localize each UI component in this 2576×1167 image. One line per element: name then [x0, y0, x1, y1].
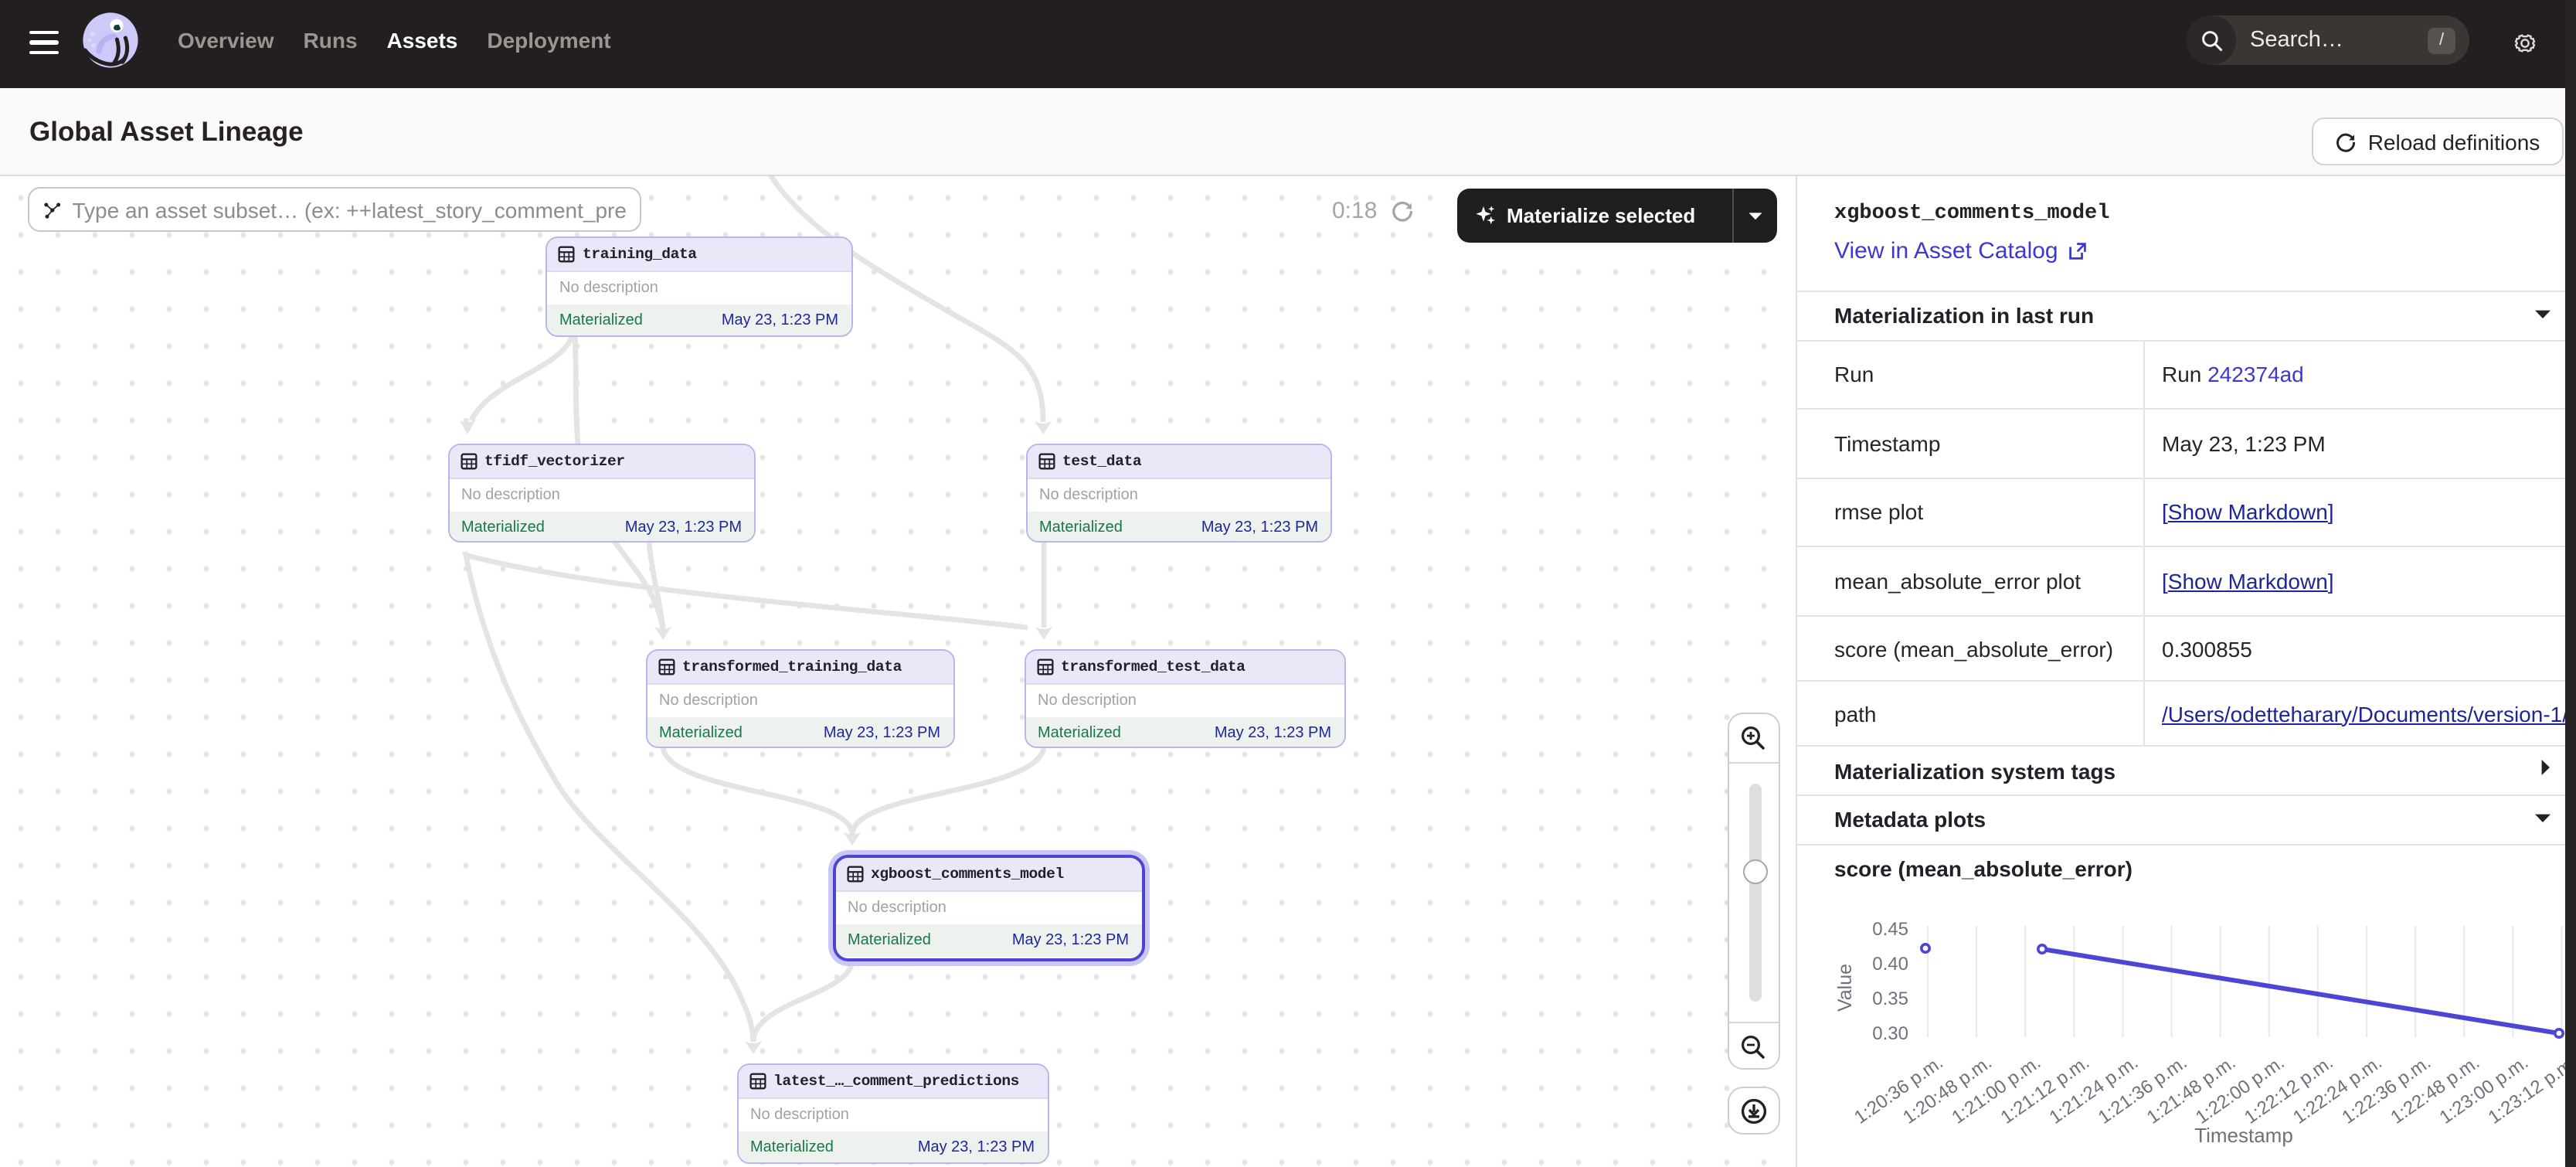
svg-text:Timestamp: Timestamp [2194, 1124, 2293, 1147]
svg-text:0.35: 0.35 [1872, 988, 1908, 1009]
svg-text:Value: Value [1834, 964, 1856, 1012]
svg-text:0.40: 0.40 [1872, 954, 1908, 975]
svg-text:0.45: 0.45 [1872, 919, 1908, 940]
svg-text:0.30: 0.30 [1872, 1023, 1908, 1044]
